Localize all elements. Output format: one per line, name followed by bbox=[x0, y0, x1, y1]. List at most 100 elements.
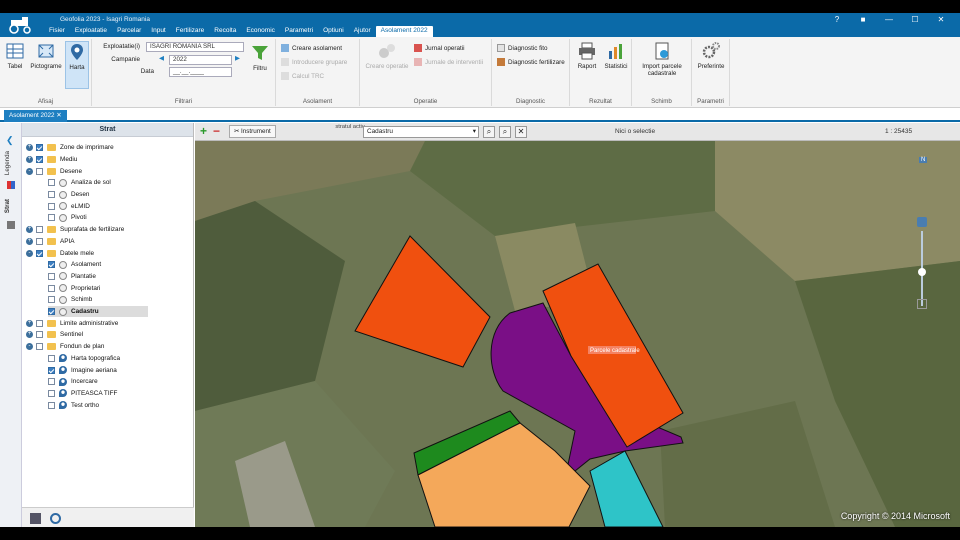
layer-node[interactable]: Pivoti bbox=[48, 212, 87, 224]
layer-node[interactable]: + Suprafata de fertilizare bbox=[26, 224, 124, 236]
layer-checkbox[interactable] bbox=[36, 226, 43, 234]
creare-operatie-button[interactable]: Creare operatie bbox=[364, 41, 410, 70]
expand-icon[interactable]: + bbox=[26, 237, 33, 245]
layer-checkbox[interactable] bbox=[36, 155, 43, 163]
layer-checkbox[interactable] bbox=[48, 354, 55, 362]
exploatatie-select[interactable]: ISAGRI ROMANIA SRL bbox=[146, 42, 244, 52]
expand-icon[interactable]: + bbox=[26, 331, 33, 339]
active-layer-select[interactable]: Cadastru ▾ bbox=[363, 126, 479, 138]
zoom-slider-handle-top[interactable] bbox=[917, 217, 927, 227]
layer-checkbox[interactable] bbox=[48, 389, 55, 397]
layer-node[interactable]: - Desene bbox=[26, 165, 82, 177]
settings-gear-icon[interactable] bbox=[50, 513, 61, 524]
campanie-select[interactable]: 2022 bbox=[169, 55, 232, 65]
restore-icon[interactable]: ■ bbox=[850, 13, 876, 26]
tab-asolament-2022[interactable]: Asolament 2022 ✕ bbox=[4, 110, 67, 122]
preferinte-button[interactable]: Preferinte bbox=[696, 41, 726, 70]
layer-node[interactable]: - Datele mele bbox=[26, 247, 94, 259]
menu-item-input[interactable]: Input bbox=[146, 26, 170, 37]
jurnale-interventii-button[interactable]: Jurnale de interventii bbox=[414, 58, 483, 66]
layer-checkbox[interactable] bbox=[48, 401, 55, 409]
layer-checkbox[interactable] bbox=[36, 331, 43, 339]
layer-checkbox[interactable] bbox=[48, 202, 55, 210]
layer-checkbox[interactable] bbox=[36, 237, 43, 245]
import-parcele-button[interactable]: Import parcele cadastrale bbox=[636, 41, 688, 77]
zoom-extent-button[interactable] bbox=[917, 299, 927, 309]
menu-item-economic[interactable]: Economic bbox=[241, 26, 280, 37]
layer-checkbox[interactable] bbox=[36, 343, 43, 351]
layer-stack-button[interactable] bbox=[30, 513, 41, 524]
statistici-button[interactable]: Statistici bbox=[602, 41, 630, 70]
jurnal-operatii-button[interactable]: Jurnal operatii bbox=[414, 44, 465, 52]
tab-strat[interactable]: Strat bbox=[4, 199, 11, 213]
layer-checkbox[interactable] bbox=[48, 179, 55, 187]
campanie-next-button[interactable]: ▶ bbox=[235, 55, 240, 62]
layer-node[interactable]: eLMID bbox=[48, 201, 90, 213]
layer-checkbox[interactable] bbox=[48, 261, 55, 269]
layer-checkbox[interactable] bbox=[48, 366, 55, 374]
layer-node[interactable]: Imagine aeriana bbox=[48, 364, 117, 376]
layer-checkbox[interactable] bbox=[48, 296, 55, 304]
diagnostic-fito-button[interactable]: Diagnostic fito bbox=[497, 44, 548, 52]
clear-selection-icon[interactable]: ✕ bbox=[515, 126, 527, 138]
expand-icon[interactable]: + bbox=[26, 155, 33, 163]
layer-node[interactable]: Cadastru bbox=[48, 305, 148, 318]
layer-node[interactable]: + Zone de imprimare bbox=[26, 142, 114, 154]
menu-item-fertilizare[interactable]: Fertilizare bbox=[171, 26, 210, 37]
close-tab-icon[interactable]: ✕ bbox=[56, 112, 61, 119]
expand-icon[interactable]: + bbox=[26, 144, 33, 152]
introducere-grupare-button[interactable]: Introducere grupare bbox=[281, 58, 347, 66]
collapse-icon[interactable]: - bbox=[26, 249, 33, 257]
layer-node[interactable]: Proprietari bbox=[48, 282, 100, 294]
harta-button[interactable]: Harta bbox=[65, 41, 89, 89]
menu-item-exploatatie[interactable]: Exploatatie bbox=[70, 26, 112, 37]
campanie-prev-button[interactable]: ◀ bbox=[159, 55, 164, 62]
layer-node[interactable]: + APIA bbox=[26, 236, 75, 248]
raport-button[interactable]: Raport bbox=[574, 41, 600, 70]
menu-item-recolta[interactable]: Recolta bbox=[209, 26, 241, 37]
diagnostic-fertilizare-button[interactable]: Diagnostic fertilizare bbox=[497, 58, 565, 66]
layer-node[interactable]: Desen bbox=[48, 189, 89, 201]
tab-legenda[interactable]: Legenda bbox=[4, 151, 11, 175]
collapse-panel-icon[interactable]: ❮ bbox=[6, 135, 14, 146]
help-icon[interactable]: ? bbox=[824, 13, 850, 26]
layer-checkbox[interactable] bbox=[48, 214, 55, 222]
layer-node[interactable]: Incercare bbox=[48, 376, 98, 388]
layer-checkbox[interactable] bbox=[48, 191, 55, 199]
zoom-plus-button[interactable]: + bbox=[200, 125, 207, 137]
expand-icon[interactable]: + bbox=[26, 226, 33, 234]
menu-item-asolament-2022[interactable]: Asolament 2022 bbox=[375, 26, 433, 37]
map-canvas[interactable]: Parcele cadastrale bbox=[195, 141, 960, 527]
layer-node[interactable]: Schimb bbox=[48, 294, 92, 306]
layer-node[interactable]: Plantatie bbox=[48, 271, 96, 283]
layer-checkbox[interactable] bbox=[48, 272, 55, 280]
collapse-icon[interactable]: - bbox=[26, 343, 33, 351]
layer-node[interactable]: Harta topografica bbox=[48, 353, 120, 365]
data-field[interactable]: __.__.____ bbox=[169, 67, 232, 77]
creare-asolament-button[interactable]: Creare asolament bbox=[281, 44, 342, 52]
instrument-button[interactable]: ✂ Instrument bbox=[229, 125, 276, 138]
zoom-selection-icon[interactable]: ⌕ bbox=[499, 126, 511, 138]
layer-checkbox[interactable] bbox=[36, 144, 43, 152]
layer-checkbox[interactable] bbox=[48, 284, 55, 292]
layer-node[interactable]: - Fondun de plan bbox=[26, 341, 104, 353]
zoom-minus-button[interactable]: − bbox=[213, 125, 220, 137]
expand-icon[interactable]: + bbox=[26, 319, 33, 327]
layer-node[interactable]: Test ortho bbox=[48, 399, 99, 411]
layer-checkbox[interactable] bbox=[48, 308, 55, 316]
layer-checkbox[interactable] bbox=[36, 319, 43, 327]
calcul-trc-button[interactable]: Calcul TRC bbox=[281, 72, 324, 80]
menu-item-optiuni[interactable]: Optiuni bbox=[318, 26, 349, 37]
menu-item-ajutor[interactable]: Ajutor bbox=[349, 26, 376, 37]
layer-checkbox[interactable] bbox=[36, 167, 43, 175]
layer-node[interactable]: + Mediu bbox=[26, 154, 77, 166]
minimize-icon[interactable]: — bbox=[876, 13, 902, 26]
layer-checkbox[interactable] bbox=[48, 378, 55, 386]
collapse-icon[interactable]: - bbox=[26, 167, 33, 175]
maximize-icon[interactable]: ☐ bbox=[902, 13, 928, 26]
layer-node[interactable]: + Limite administrative bbox=[26, 318, 118, 330]
close-icon[interactable]: ✕ bbox=[928, 13, 954, 26]
menu-item-fisier[interactable]: Fisier bbox=[44, 26, 70, 37]
menu-item-parcelar[interactable]: Parcelar bbox=[112, 26, 146, 37]
search-icon[interactable]: ⌕ bbox=[483, 126, 495, 138]
